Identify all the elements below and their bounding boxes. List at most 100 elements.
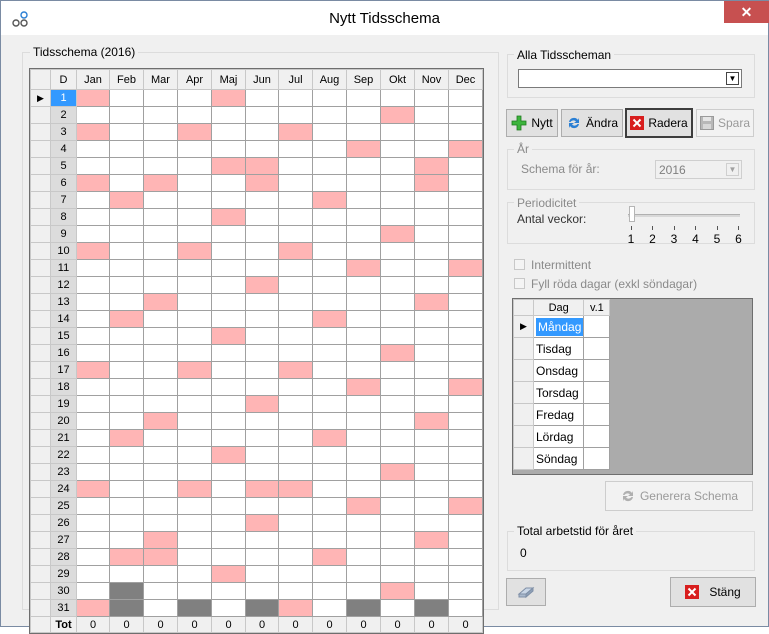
schedule-cell[interactable] [278,412,313,430]
schedule-cell[interactable] [109,157,144,175]
schedule-cell[interactable] [448,157,483,175]
schedule-cell[interactable] [211,565,246,583]
schedule-cell[interactable] [448,106,483,124]
schedule-cell[interactable] [346,123,381,141]
schedule-cell[interactable] [143,548,178,566]
schedule-cell[interactable] [109,174,144,192]
schedule-cell[interactable] [380,123,415,141]
schedule-cell[interactable] [346,480,381,498]
schedule-cell[interactable] [312,531,347,549]
schedule-cell[interactable] [380,412,415,430]
schedule-cell[interactable] [278,327,313,345]
schedule-cell[interactable] [143,327,178,345]
schedule-cell[interactable] [143,378,178,396]
row-selector[interactable] [30,157,51,175]
weekday-cell[interactable]: Tisdag [532,337,585,360]
schedule-cell[interactable] [380,395,415,413]
row-selector[interactable] [30,310,51,328]
schedule-cell[interactable] [211,208,246,226]
schedule-cell[interactable] [177,378,212,396]
schedule-cell[interactable] [245,276,279,294]
schedule-cell[interactable] [414,344,449,362]
schedule-cell[interactable] [414,531,449,549]
chevron-down-icon[interactable]: ▼ [726,72,739,85]
schedule-cell[interactable] [346,89,381,107]
week-hours-cell[interactable] [583,337,611,360]
schedule-cell[interactable] [278,582,313,600]
schedule-cell[interactable] [76,446,110,464]
weeks-slider-thumb[interactable] [629,206,635,222]
week-hours-cell[interactable] [583,425,611,448]
schedule-cell[interactable] [177,531,212,549]
schedule-cell[interactable] [143,191,178,209]
row-selector[interactable] [30,531,51,549]
schedule-cell[interactable] [312,446,347,464]
schedule-cell[interactable] [312,599,347,617]
schedule-cell[interactable] [278,242,313,260]
row-selector[interactable] [30,446,51,464]
schedule-cell[interactable] [312,140,347,158]
schedule-cell[interactable] [448,514,483,532]
row-selector[interactable] [30,429,51,447]
schedule-cell[interactable] [278,344,313,362]
schedule-cell[interactable] [143,514,178,532]
schedule-cell[interactable] [109,344,144,362]
schedule-cell[interactable] [380,361,415,379]
month-header[interactable]: Jan [76,69,110,90]
schedule-cell[interactable] [448,242,483,260]
schedule-cell[interactable] [245,548,279,566]
schedule-cell[interactable] [177,463,212,481]
month-header[interactable]: Okt [380,69,415,90]
schedule-cell[interactable] [211,293,246,311]
schedule-cell[interactable] [312,378,347,396]
weekday-cell[interactable]: Fredag [532,403,585,426]
schedule-cell[interactable] [76,174,110,192]
schedule-cell[interactable] [211,429,246,447]
schedule-cell[interactable] [211,446,246,464]
schedule-cell[interactable] [245,310,279,328]
schedule-cell[interactable] [312,157,347,175]
schedule-cell[interactable] [177,208,212,226]
schedule-cell[interactable] [143,276,178,294]
schedule-cell[interactable] [245,531,279,549]
schedule-cell[interactable] [211,378,246,396]
schedule-cell[interactable] [312,412,347,430]
schedule-cell[interactable] [143,446,178,464]
delete-button[interactable]: Radera [625,108,693,138]
row-selector[interactable] [30,276,51,294]
row-selector[interactable] [30,395,51,413]
schedule-cell[interactable] [278,395,313,413]
schedule-cell[interactable] [245,106,279,124]
row-selector[interactable] [30,378,51,396]
schedule-cell[interactable] [245,174,279,192]
schedule-cell[interactable] [211,412,246,430]
schedule-cell[interactable] [245,157,279,175]
weekday-cell[interactable]: Lördag [532,425,585,448]
schedule-cell[interactable] [109,310,144,328]
week-grid[interactable]: Dag v.1 ▶ Måndag Tisdag Onsdag Torsdag Fredag Lö… [512,298,753,475]
eraser-button[interactable] [506,578,546,606]
row-selector[interactable] [30,497,51,515]
schedule-cell[interactable] [278,446,313,464]
month-header[interactable]: Maj [211,69,246,90]
row-selector[interactable] [30,480,51,498]
schedule-cell[interactable] [414,293,449,311]
schedule-cell[interactable] [76,565,110,583]
schedule-cell[interactable] [448,191,483,209]
schedule-cell[interactable] [380,429,415,447]
schedule-cell[interactable] [177,429,212,447]
schedule-cell[interactable] [278,361,313,379]
schedule-cell[interactable] [448,123,483,141]
schedule-cell[interactable] [245,208,279,226]
row-selector[interactable]: ▶ [513,315,534,338]
schedule-cell[interactable] [76,599,110,617]
week-hours-cell[interactable] [583,315,611,338]
row-selector[interactable] [30,327,51,345]
schedule-cell[interactable] [76,378,110,396]
schedule-cell[interactable] [245,327,279,345]
schedule-cell[interactable] [211,157,246,175]
row-selector[interactable] [30,106,51,124]
schedule-cell[interactable] [245,378,279,396]
schedule-cell[interactable] [312,123,347,141]
schedule-cell[interactable] [380,514,415,532]
